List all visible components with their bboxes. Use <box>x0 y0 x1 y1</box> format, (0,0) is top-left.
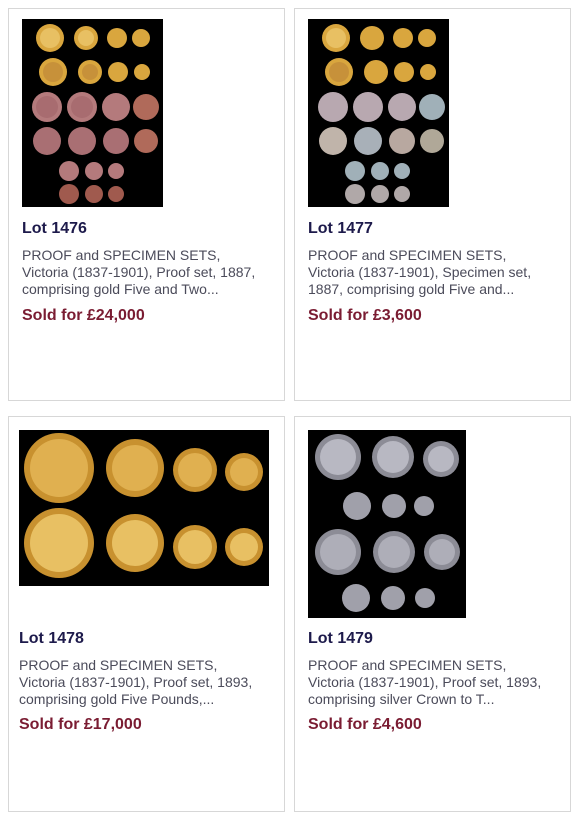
lot-description: PROOF and SPECIMEN SETS, Victoria (1837-… <box>22 247 280 298</box>
description-line: comprising gold Five and Two... <box>22 281 219 297</box>
lot-description: PROOF and SPECIMEN SETS, Victoria (1837-… <box>19 657 277 708</box>
sold-price: Sold for £17,000 <box>19 716 142 733</box>
description-line: PROOF and SPECIMEN SETS, <box>308 657 507 673</box>
sold-price: Sold for £3,600 <box>308 307 422 324</box>
description-line: PROOF and SPECIMEN SETS, <box>22 247 221 263</box>
description-line: PROOF and SPECIMEN SETS, <box>19 657 218 673</box>
description-line: comprising silver Crown to T... <box>308 691 495 707</box>
silver-coin-set-photo-icon[interactable] <box>308 430 466 618</box>
coin-set-photo-icon[interactable] <box>22 19 163 207</box>
lot-title-link[interactable]: Lot 1476 <box>22 220 87 238</box>
description-line: comprising gold Five Pounds,... <box>19 691 215 707</box>
gold-coin-set-photo-icon[interactable] <box>19 430 269 586</box>
description-line: Victoria (1837-1901), Proof set, 1887, <box>22 264 256 280</box>
lot-title-link[interactable]: Lot 1478 <box>19 630 84 648</box>
lot-card[interactable]: Lot 1477 PROOF and SPECIMEN SETS, Victor… <box>294 8 571 401</box>
description-line: 1887, comprising gold Five and... <box>308 281 515 297</box>
coin-set-photo-icon[interactable] <box>308 19 449 207</box>
sold-price: Sold for £4,600 <box>308 716 422 733</box>
lot-card[interactable]: Lot 1478 PROOF and SPECIMEN SETS, Victor… <box>8 416 285 812</box>
description-line: Victoria (1837-1901), Specimen set, <box>308 264 532 280</box>
lot-title-link[interactable]: Lot 1477 <box>308 220 373 238</box>
lot-description: PROOF and SPECIMEN SETS, Victoria (1837-… <box>308 657 566 708</box>
lot-description: PROOF and SPECIMEN SETS, Victoria (1837-… <box>308 247 566 298</box>
description-line: Victoria (1837-1901), Proof set, 1893, <box>19 674 253 690</box>
lot-card[interactable]: Lot 1479 PROOF and SPECIMEN SETS, Victor… <box>294 416 571 812</box>
description-line: PROOF and SPECIMEN SETS, <box>308 247 507 263</box>
lot-card[interactable]: Lot 1476 PROOF and SPECIMEN SETS, Victor… <box>8 8 285 401</box>
sold-price: Sold for £24,000 <box>22 307 145 324</box>
lot-title-link[interactable]: Lot 1479 <box>308 630 373 648</box>
description-line: Victoria (1837-1901), Proof set, 1893, <box>308 674 542 690</box>
